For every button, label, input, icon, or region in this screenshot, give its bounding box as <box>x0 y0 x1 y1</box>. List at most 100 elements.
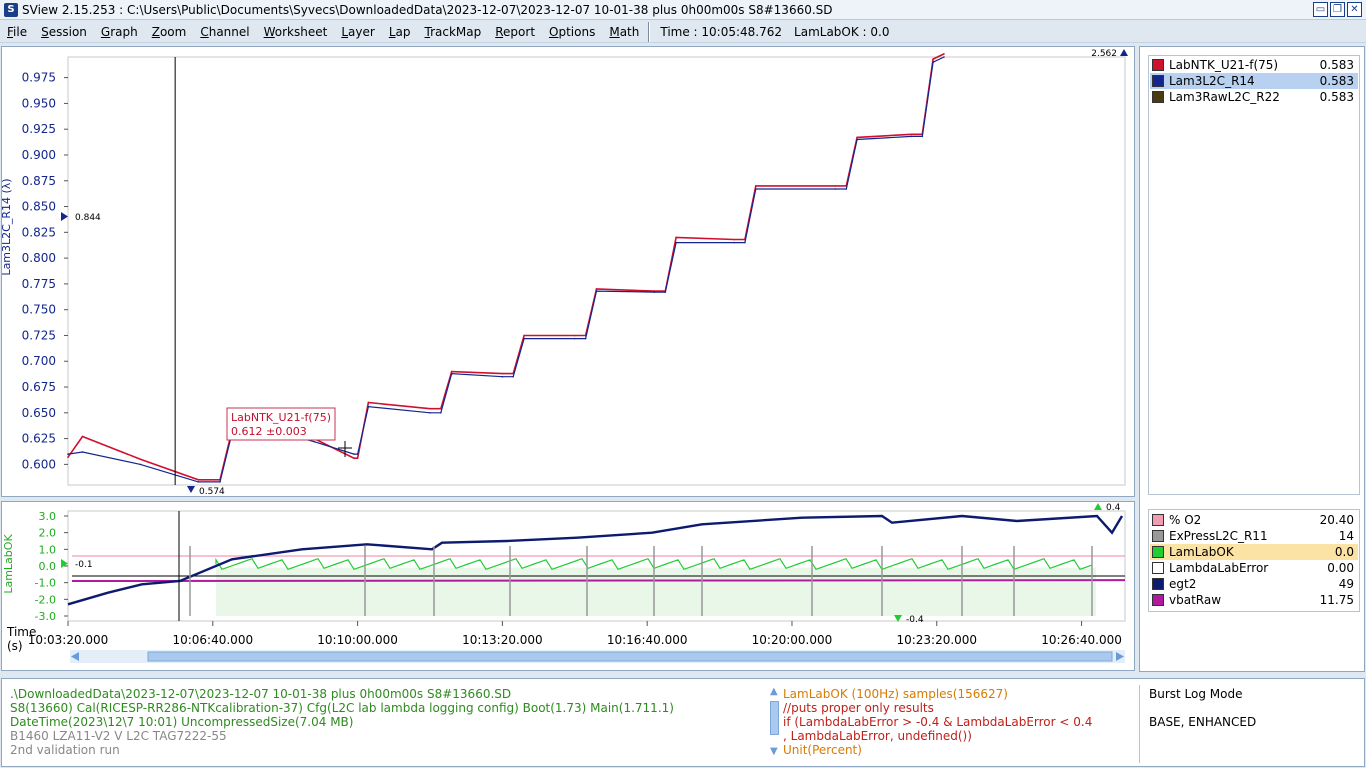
legend-row-lam3l2c[interactable]: Lam3L2C_R14 0.583 <box>1150 73 1358 89</box>
legend-channel-name: LabNTK_U21-f(75) <box>1169 58 1279 72</box>
scrollbar-thumb[interactable] <box>147 651 1113 662</box>
menu-zoom[interactable]: Zoom <box>145 25 194 39</box>
y-tick-label: 0.800 <box>22 251 56 265</box>
restore-button[interactable]: ❐ <box>1330 2 1345 17</box>
bottom-y-tick-label: 1.0 <box>39 543 57 556</box>
legend-row-lambdalaberror[interactable]: LambdaLabError 0.00 <box>1150 560 1358 576</box>
series-point <box>584 337 587 340</box>
legend-channel-value: 0.583 <box>1319 58 1354 72</box>
menu-options[interactable]: Options <box>542 25 602 39</box>
legend-channel-name: egt2 <box>1169 577 1197 591</box>
y-axis-ticks: 0.975 0.950 0.925 0.900 0.875 0.850 0.825 0.800… <box>22 71 68 471</box>
title-bar: S SView 2.15.253 : C:\Users\Public\Docum… <box>0 0 1366 20</box>
math-expression[interactable]: LamLabOK (100Hz) samples(156627) //puts … <box>783 687 1092 757</box>
menu-channel[interactable]: Channel <box>193 25 256 39</box>
menu-report[interactable]: Report <box>488 25 542 39</box>
time-tick-label: 10:06:40.000 <box>172 633 253 647</box>
bottom-y-tick-label: 2.0 <box>39 527 57 540</box>
bottom-max-marker-icon <box>1094 503 1102 510</box>
series-point <box>910 135 913 138</box>
time-tick-label: 10:03:20.000 <box>28 633 109 647</box>
legend-row-o2[interactable]: % O2 20.40 <box>1150 512 1358 528</box>
scroll-down-icon[interactable]: ▼ <box>770 747 782 757</box>
menu-math[interactable]: Math <box>602 25 646 39</box>
menu-graph[interactable]: Graph <box>94 25 145 39</box>
min-value-label: 0.574 <box>199 487 225 496</box>
series-point <box>943 53 945 55</box>
series-point <box>834 188 837 190</box>
bottom-graph-svg[interactable]: LamLabOK 3.0 2.0 1.0 0.0 -1.0 -2.0 -3.0 -0.1 0… <box>2 502 1134 670</box>
legend-row-lam3raw[interactable]: Lam3RawL2C_R22 0.583 <box>1150 89 1358 105</box>
legend-channel-name: LambdaLabError <box>1169 561 1269 575</box>
legend-channel-value: 49 <box>1338 577 1354 591</box>
series-point <box>450 370 453 373</box>
series-point <box>67 456 69 459</box>
series-point <box>845 188 848 190</box>
scroll-up-icon[interactable]: ▲ <box>770 687 782 697</box>
series-point <box>429 412 431 414</box>
math-scrollbar[interactable]: ▲ ▼ <box>770 687 782 761</box>
math-result-line: , LambdaLabError, undefined()) <box>783 729 972 743</box>
series-point <box>512 375 514 378</box>
y-axis-label: Lam3L2C_R14 (λ) <box>2 178 13 275</box>
menu-lap[interactable]: Lap <box>382 25 418 39</box>
session-info-panel: .\DownloadedData\2023-12-07\2023-12-07 1… <box>1 678 1365 767</box>
time-axis-ticks: 10:03:20.000 10:06:40.000 10:10:00.000 10:1… <box>28 621 1122 647</box>
series-point <box>81 435 84 438</box>
menu-layer[interactable]: Layer <box>334 25 381 39</box>
series-point <box>595 290 598 292</box>
top-legend-list: LabNTK_U21-f(75) 0.583 Lam3L2C_R14 0.583… <box>1150 57 1358 105</box>
top-graph-panel[interactable]: Lam3L2C_R14 (λ) 0.975 0.950 0.925 0.900 0.87… <box>0 46 1135 497</box>
series-point <box>664 291 667 293</box>
bottom-left-marker-label: -0.1 <box>75 560 93 570</box>
series-point <box>932 58 934 60</box>
time-tick-label: 10:16:40.000 <box>607 633 688 647</box>
log-mode-title: Burst Log Mode <box>1149 687 1243 701</box>
series-point <box>139 458 142 461</box>
menu-file[interactable]: File <box>0 25 34 39</box>
y-tick-label: 0.600 <box>22 457 56 471</box>
minimize-button[interactable]: ▭ <box>1313 2 1328 17</box>
top-legend-box <box>1148 55 1360 495</box>
series-point <box>595 288 598 290</box>
left-marker-label: 0.844 <box>75 213 101 223</box>
series-point <box>921 135 924 138</box>
run-note-line: 2nd validation run <box>10 743 120 757</box>
menu-session[interactable]: Session <box>34 25 94 39</box>
series-point <box>744 241 746 244</box>
legend-row-lamlabok[interactable]: LamLabOK 0.0 <box>1150 544 1358 560</box>
legend-channel-value: 11.75 <box>1319 593 1354 607</box>
legend-swatch <box>1152 75 1164 87</box>
math-scroll-thumb[interactable] <box>770 701 779 735</box>
series-point <box>81 451 84 453</box>
vehicle-line: B1460 LZA11-V2 V L2C TAG7222-55 <box>10 729 227 743</box>
y-tick-label: 0.725 <box>22 328 56 342</box>
y-tick-label: 0.825 <box>22 225 56 239</box>
y-tick-label: 0.875 <box>22 174 56 188</box>
legend-swatch <box>1152 594 1164 606</box>
bottom-legend-list: % O2 20.40 ExPressL2C_R11 14 LamLabOK 0.… <box>1150 512 1358 608</box>
menu-worksheet[interactable]: Worksheet <box>257 25 335 39</box>
legend-row-express[interactable]: ExPressL2C_R11 14 <box>1150 528 1358 544</box>
bottom-y-axis-label: LamLabOK <box>2 534 15 594</box>
device-config-line: S8(13660) Cal(RICESP-RR286-NTKcalibratio… <box>10 701 674 715</box>
y-tick-label: 0.900 <box>22 148 56 162</box>
window-title: SView 2.15.253 : C:\Users\Public\Documen… <box>22 2 833 17</box>
series-point <box>755 185 757 187</box>
legend-row-egt2[interactable]: egt2 49 <box>1150 576 1358 592</box>
series-point <box>429 407 431 410</box>
legend-channel-name: Lam3RawL2C_R22 <box>1169 90 1280 104</box>
series-point <box>440 412 442 414</box>
legend-channel-name: % O2 <box>1169 513 1202 527</box>
legend-row-vbatraw[interactable]: vbatRaw 11.75 <box>1150 592 1358 608</box>
y-tick-label: 0.675 <box>22 380 56 394</box>
bottom-y-tick-label: -2.0 <box>35 593 56 606</box>
close-button[interactable]: ✕ <box>1347 2 1362 17</box>
menu-trackmap[interactable]: TrackMap <box>417 25 488 39</box>
top-graph-svg[interactable]: Lam3L2C_R14 (λ) 0.975 0.950 0.925 0.900 0.87… <box>0 47 1134 497</box>
bottom-graph-panel[interactable]: LamLabOK 3.0 2.0 1.0 0.0 -1.0 -2.0 -3.0 -0.1 0… <box>1 501 1135 671</box>
legend-row-labntk[interactable]: LabNTK_U21-f(75) 0.583 <box>1150 57 1358 73</box>
series-point <box>313 440 316 443</box>
legend-channel-value: 20.40 <box>1319 513 1354 527</box>
legend-swatch <box>1152 530 1164 542</box>
